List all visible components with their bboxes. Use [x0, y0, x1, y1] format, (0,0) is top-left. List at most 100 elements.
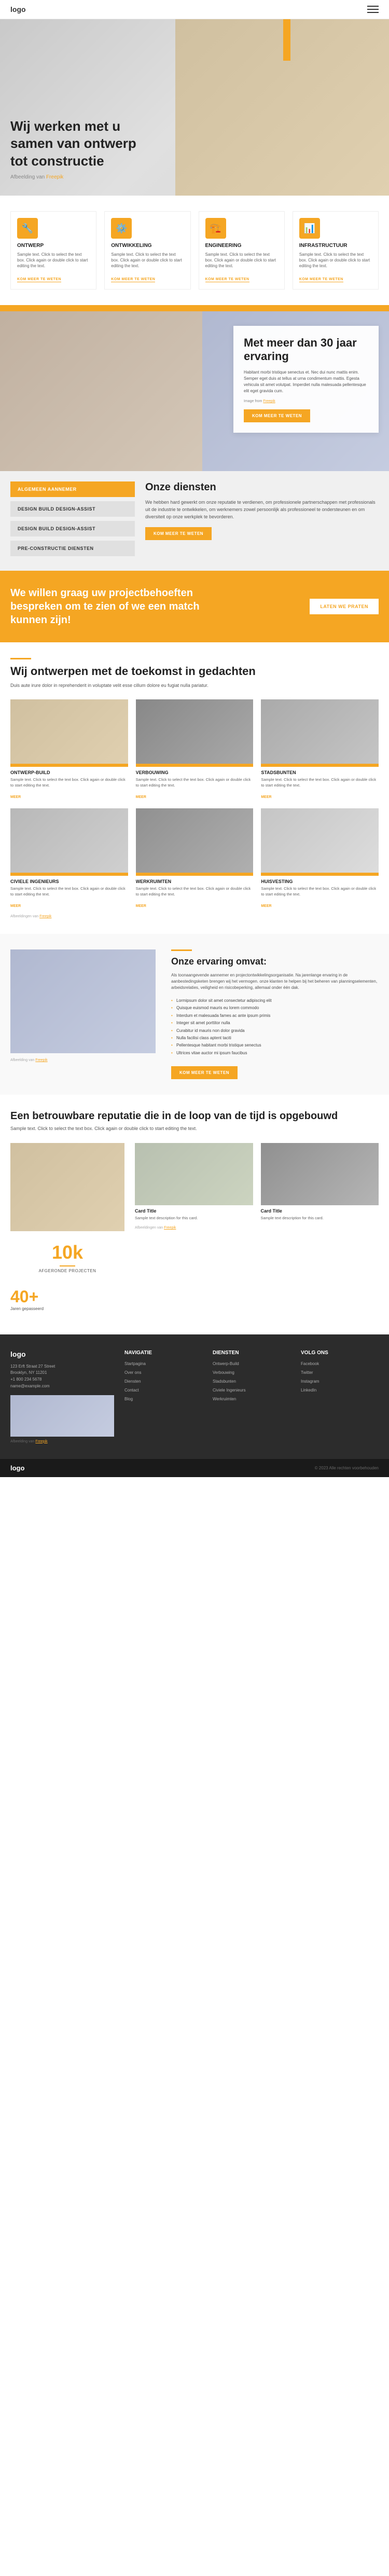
future-title: Wij ontwerpen met de toekomst in gedacht…: [10, 665, 379, 678]
future-card-link-5[interactable]: MEER: [261, 904, 271, 908]
footer-social-item-0[interactable]: Facebook: [301, 1361, 379, 1367]
future-card-link-2[interactable]: MEER: [261, 795, 271, 799]
service-link-engineering[interactable]: KOM MEER TE WETEN: [205, 278, 249, 282]
future-section: Wij ontwerpen met de toekomst in gedacht…: [0, 642, 389, 934]
footer-nav-item-4[interactable]: Blog: [124, 1396, 202, 1402]
rep-cards-grid: Card Title Sample text description for t…: [135, 1143, 379, 1221]
hero-section: Wij werken met u samen van ontwerp tot c…: [0, 19, 389, 196]
hamburger-menu[interactable]: [367, 6, 379, 13]
service-card-engineering: 🏗️ ENGINEERING Sample text. Click to sel…: [199, 211, 285, 290]
service-icon-ontwerp: 🔧: [17, 218, 38, 239]
footer-bar-text: © 2023 Alle rechten voorbehouden: [315, 1466, 379, 1470]
reputation-credit-link[interactable]: Freepik: [164, 1226, 176, 1230]
exp-orange-bar: [0, 305, 389, 311]
rep-card-0: Card Title Sample text description for t…: [135, 1143, 253, 1221]
btn-preconstruct[interactable]: PRE-CONSTRUCTIE DIENSTEN: [10, 541, 135, 556]
footer-nav-item-2[interactable]: Diensten: [124, 1379, 202, 1385]
future-card-title-4: WERKRUIMTEN: [136, 879, 254, 884]
exp-content-box: Met meer dan 30 jaar ervaring Habitant m…: [233, 326, 379, 433]
service-title-infra: INFRASTRUCTUUR: [299, 243, 372, 249]
hero-credit-link[interactable]: Freepik: [46, 174, 63, 180]
exp-stats-section: Afbeelding van Freepik Onze ervaring omv…: [0, 934, 389, 1095]
stat-label-2: Jaren gepasseerd: [10, 1306, 124, 1311]
footer-address: 123 Erft Straat 27 Street Brooklyn, NY 1…: [10, 1363, 114, 1390]
exp-stats-list: Lormipsum dolor sit amet consectetur adi…: [171, 997, 379, 1057]
stat-block-2: 40+ Jaren gepasseerd: [10, 1279, 124, 1319]
exp-title: Met meer dan 30 jaar ervaring: [244, 336, 368, 364]
future-credit-link[interactable]: Freepik: [39, 915, 51, 918]
service-icon-engineering: 🏗️: [205, 218, 226, 239]
exp-btn[interactable]: KOM MEER TE WETEN: [244, 409, 310, 422]
footer-credit: Afbeelding van Freepik: [10, 1440, 114, 1443]
footer-col-services: Diensten Ontwerp-Build Verbouwing Stadsb…: [213, 1350, 290, 1443]
exp-stats-image: [10, 949, 156, 1053]
footer-service-item-0[interactable]: Ontwerp-Build: [213, 1361, 290, 1367]
exp-list-item-3: Integer sit amet porttitor nulla: [171, 1020, 379, 1027]
exp-list-item-7: Ultrices vitae auctor mi ipsum faucibus: [171, 1050, 379, 1057]
exp-stats-title: Onze ervaring omvat:: [171, 956, 379, 967]
footer-nav-item-1[interactable]: Over ons: [124, 1370, 202, 1376]
future-card-5: HUISVESTING Sample text. Click to select…: [261, 808, 379, 910]
header: logo: [0, 0, 389, 19]
footer-social-item-1[interactable]: Twitter: [301, 1370, 379, 1376]
btn-algemeen[interactable]: ALGEMEEN AANNEMER: [10, 481, 135, 497]
footer-address-line4: name@example.com: [10, 1383, 114, 1390]
experience-section: Met meer dan 30 jaar ervaring Habitant m…: [0, 305, 389, 471]
service-text-ontwerp: Sample text. Click to select the text bo…: [17, 252, 90, 269]
exp-credit: Image from Freepik: [244, 400, 368, 403]
exp-list-item-2: Interdum et malesuada fames ac ante ipsu…: [171, 1012, 379, 1020]
service-link-ontwikkeling[interactable]: KOM MEER TE WETEN: [111, 278, 155, 282]
reputation-image: [10, 1143, 124, 1231]
footer-service-item-3[interactable]: Civiele Ingenieurs: [213, 1387, 290, 1394]
reputation-inner: 10k Afgeronde projecten 40+ Jaren gepass…: [10, 1143, 379, 1319]
reputation-text: Sample text. Click to select the text bo…: [10, 1125, 379, 1133]
future-card-link-0[interactable]: MEER: [10, 795, 21, 799]
footer-social-item-2[interactable]: Instagram: [301, 1379, 379, 1385]
future-card-link-1[interactable]: MEER: [136, 795, 146, 799]
future-card-2: STADSBUNTEN Sample text. Click to select…: [261, 699, 379, 801]
exp-text: Habitant morbi tristique senectus et. Ne…: [244, 369, 368, 394]
footer-col-nav-title: Navigatie: [124, 1350, 202, 1356]
future-grid-top: ONTWERP-BUILD Sample text. Click to sele…: [10, 699, 379, 801]
future-card-title-5: HUISVESTING: [261, 879, 379, 884]
service-title-ontwikkeling: ONTWIKKELING: [111, 243, 184, 249]
exp-stats-btn[interactable]: KOM MEER TE WETEN: [171, 1066, 238, 1079]
future-card-text-0: Sample text. Click to select the text bo…: [10, 777, 128, 788]
footer-nav-item-3[interactable]: Contact: [124, 1387, 202, 1394]
cta-btn[interactable]: LATEN WE PRATEN: [310, 599, 379, 614]
services-list-section: ALGEMEEN AANNEMER DESIGN BUILD DESIGN-AS…: [0, 471, 389, 571]
future-card-title-2: STADSBUNTEN: [261, 770, 379, 775]
exp-list-item-0: Lormipsum dolor sit amet consectetur adi…: [171, 997, 379, 1004]
services-list-text: We hebben hard gewerkt om onze reputatie…: [145, 499, 379, 521]
reputation-credit: Afbeeldingen van Freepik: [135, 1226, 379, 1230]
hero-image: [175, 19, 389, 196]
future-card-img-4: [136, 808, 254, 876]
btn-design1[interactable]: DESIGN BUILD DESIGN-ASSIST: [10, 501, 135, 517]
service-card-ontwerp: 🔧 ONTWERP Sample text. Click to select t…: [10, 211, 96, 290]
exp-credit-link[interactable]: Freepik: [263, 400, 275, 403]
footer-service-item-1[interactable]: Verbouwing: [213, 1370, 290, 1376]
service-link-ontwerp[interactable]: KOM MEER TE WETEN: [17, 278, 61, 282]
stat-number-1: 10k: [17, 1242, 118, 1263]
footer-credit-link[interactable]: Freepik: [35, 1440, 47, 1443]
footer-social-item-3[interactable]: LinkedIn: [301, 1387, 379, 1394]
hero-credit: Afbeelding van Freepik: [10, 174, 156, 180]
stat-divider-1: [60, 1265, 75, 1266]
future-card-link-4[interactable]: MEER: [136, 904, 146, 908]
footer-service-item-4[interactable]: Werkruimten: [213, 1396, 290, 1402]
rep-card-img-1: [261, 1143, 379, 1205]
footer-nav-item-0[interactable]: Startpagina: [124, 1361, 202, 1367]
future-card-link-3[interactable]: MEER: [10, 904, 21, 908]
cta-text: We willen graag uw projectbehoeften besp…: [10, 586, 207, 627]
stat-block-1: 10k Afgeronde projecten: [10, 1235, 124, 1279]
footer-address-line1: 123 Erft Straat 27 Street: [10, 1363, 114, 1370]
stat-number-2: 40+: [10, 1287, 124, 1306]
footer-service-item-2[interactable]: Stadsbunten: [213, 1379, 290, 1385]
exp-stats-right: Onze ervaring omvat: Als toonaangevende …: [171, 949, 379, 1079]
services-list-btn[interactable]: KOM MEER TE WETEN: [145, 527, 212, 540]
reputation-title: Een betrouwbare reputatie die in de loop…: [10, 1110, 379, 1122]
btn-design2[interactable]: DESIGN BUILD DESIGN-ASSIST: [10, 521, 135, 536]
future-card-4: WERKRUIMTEN Sample text. Click to select…: [136, 808, 254, 910]
service-link-infra[interactable]: KOM MEER TE WETEN: [299, 278, 343, 282]
exp-stats-credit-link[interactable]: Freepik: [35, 1058, 47, 1062]
